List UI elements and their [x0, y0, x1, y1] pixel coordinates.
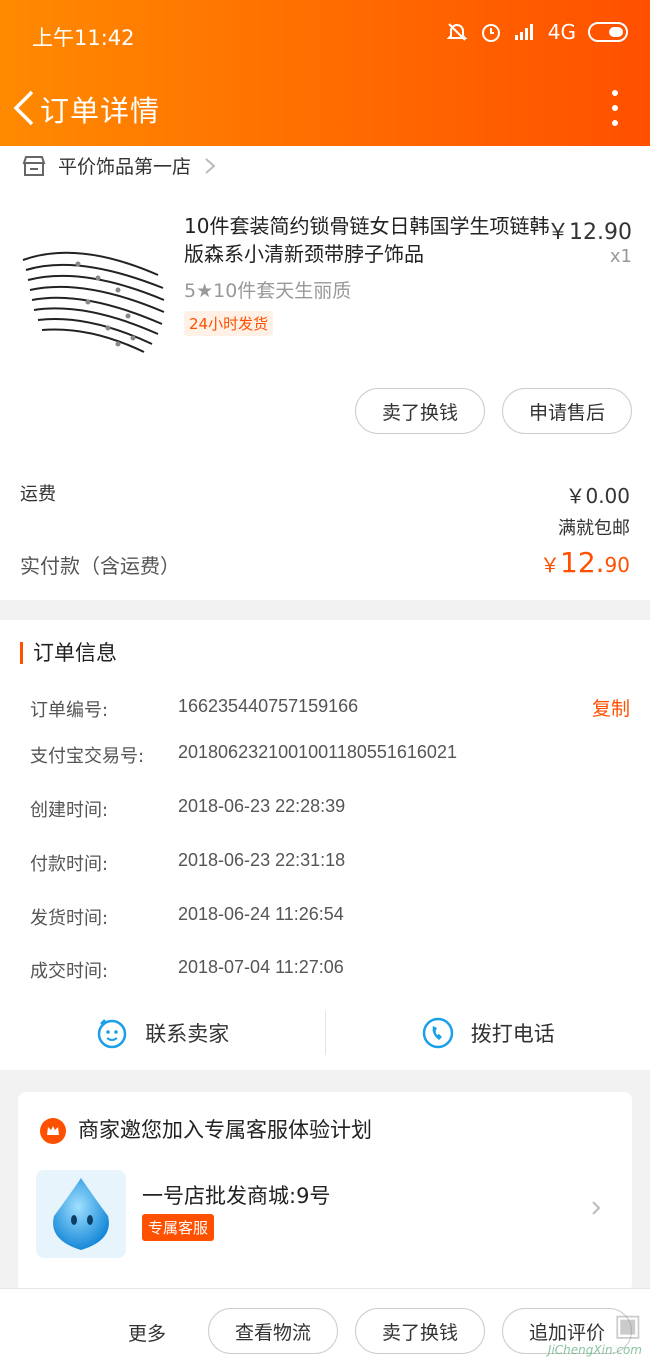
- service-badge: 专属客服: [142, 1214, 215, 1241]
- product-price: ￥12.90: [547, 220, 632, 245]
- alipay-trade-label: 支付宝交易号:: [30, 746, 145, 767]
- service-plan-card[interactable]: 商家邀您加入专属客服体验计划 一号店批发商城:9号 专属客服: [18, 1092, 632, 1292]
- paid-time-label: 付款时间:: [30, 854, 109, 875]
- service-name: 一号店批发商城:9号: [142, 1184, 331, 1208]
- shipped-time-value: 2018-06-24 11:26:54: [178, 904, 344, 924]
- call-phone-label: 拨打电话: [470, 1022, 555, 1046]
- battery-icon: [588, 22, 628, 42]
- call-phone-button[interactable]: 拨打电话: [326, 1000, 650, 1066]
- network-label: 4G: [547, 20, 576, 44]
- alarm-icon: [481, 24, 500, 42]
- contact-seller-button[interactable]: 联系卖家: [0, 1000, 325, 1066]
- shipping-value: ￥0.00: [565, 484, 630, 508]
- contact-seller-label: 联系卖家: [145, 1022, 230, 1046]
- status-icons: 4G: [446, 20, 628, 44]
- watermark-text: JiChengXin.com: [547, 1343, 642, 1357]
- phone-icon: [422, 1017, 453, 1049]
- order-info-title: 订单信息: [20, 642, 117, 664]
- crown-icon: [40, 1118, 66, 1144]
- shipping-label: 运费: [20, 484, 56, 505]
- shop-row[interactable]: 平价饰品第一店: [22, 152, 217, 179]
- shipped-time-label: 发货时间:: [30, 908, 109, 929]
- shipping-tag: 24小时发货: [184, 311, 274, 336]
- status-bar: 上午11:42 4G: [0, 0, 650, 72]
- shop-name: 平价饰品第一店: [58, 156, 192, 178]
- created-time-value: 2018-06-23 22:28:39: [178, 796, 346, 816]
- header-bar: 上午11:42 4G 订单详情: [0, 0, 650, 146]
- chat-face-icon: [98, 1019, 127, 1049]
- chevron-right-icon: [592, 1201, 601, 1215]
- store-icon: [22, 155, 46, 176]
- signal-icon: [514, 24, 533, 40]
- total-integer: 12.: [560, 546, 605, 579]
- product-spec: 5★10件套天生丽质: [184, 280, 352, 302]
- more-button[interactable]: 更多: [128, 1319, 166, 1346]
- mute-bell-icon: [446, 23, 468, 41]
- watermark-logo: ▣: [613, 1308, 642, 1343]
- product-title[interactable]: 10件套装简约锁骨链女日韩国学生项链韩版森系小清新颈带脖子饰品: [184, 212, 554, 268]
- after-sale-button[interactable]: 申请售后: [502, 388, 632, 434]
- alipay-trade-value: 2018062321001001180551616021: [178, 742, 457, 762]
- total-label: 实付款（含运费）: [20, 554, 180, 578]
- watermark: ▣ JiChengXin.com: [522, 1308, 642, 1368]
- completed-time-label: 成交时间:: [30, 961, 109, 982]
- shipping-note: 满就包邮: [558, 518, 630, 539]
- order-number-label: 订单编号:: [30, 700, 109, 721]
- resell-bottom-button[interactable]: 卖了换钱: [355, 1308, 485, 1354]
- contact-row: 联系卖家 拨打电话: [0, 1000, 650, 1066]
- back-arrow-icon[interactable]: [10, 88, 40, 128]
- paid-time-value: 2018-06-23 22:31:18: [178, 850, 346, 870]
- total-decimal: 90: [604, 553, 630, 577]
- status-time: 上午11:42: [32, 26, 135, 50]
- total-currency: ￥: [540, 553, 561, 577]
- product-quantity: x1: [609, 246, 632, 267]
- copy-button[interactable]: 复制: [592, 694, 630, 721]
- created-time-label: 创建时间:: [30, 800, 109, 821]
- product-image[interactable]: [18, 220, 168, 360]
- navbar: 订单详情: [0, 72, 650, 146]
- more-menu-icon[interactable]: [610, 90, 620, 126]
- service-plan-title: 商家邀您加入专属客服体验计划: [78, 1118, 372, 1142]
- resell-button[interactable]: 卖了换钱: [355, 388, 485, 434]
- page-title: 订单详情: [40, 94, 161, 128]
- order-number-value: 166235440757159166: [178, 696, 359, 716]
- service-avatar: [36, 1170, 126, 1258]
- total-amount: ￥12.90: [540, 546, 630, 579]
- completed-time-value: 2018-07-04 11:27:06: [178, 957, 344, 977]
- view-logistics-button[interactable]: 查看物流: [208, 1308, 338, 1354]
- chevron-right-icon: [205, 157, 216, 174]
